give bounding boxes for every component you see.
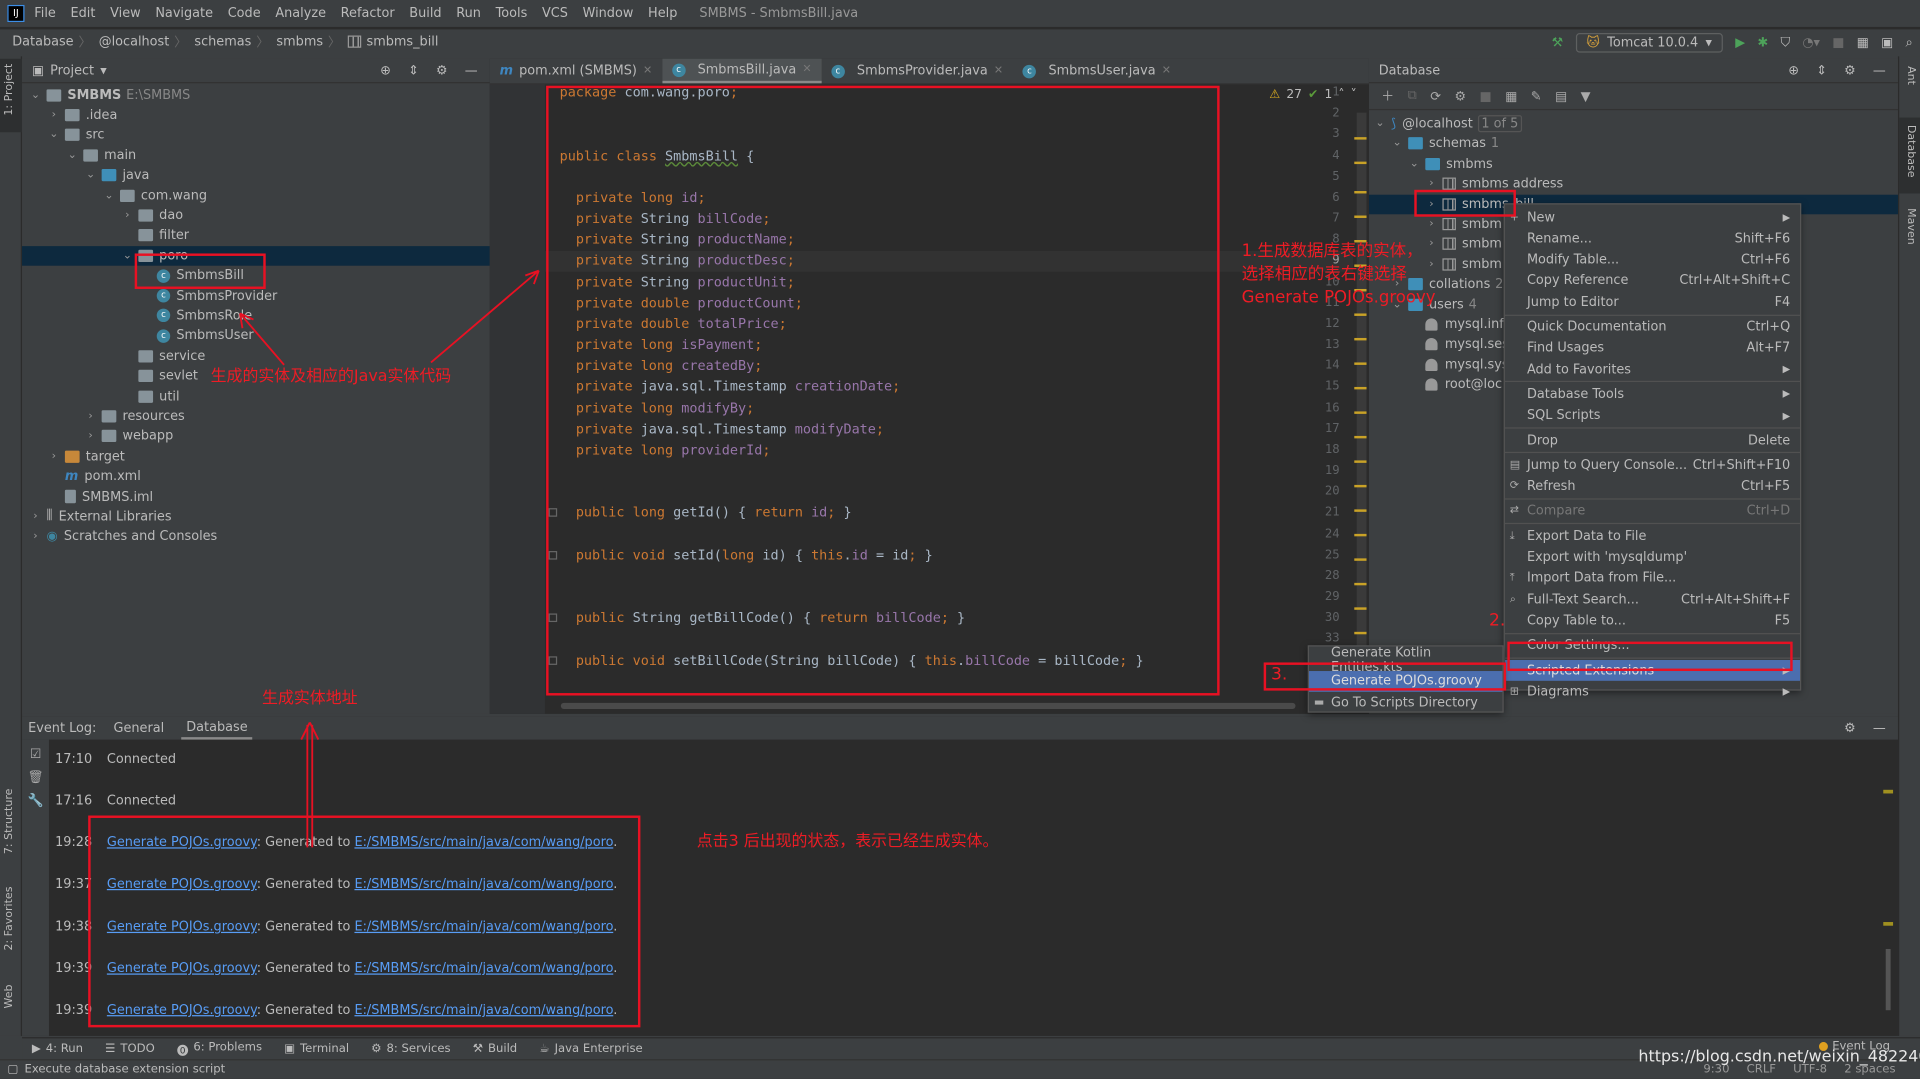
arrow-to-log-tab [300, 722, 320, 848]
arrow-to-code [430, 269, 540, 364]
annotation-arrows [239, 269, 540, 848]
ide-window: IJ File Edit View Navigate Code Analyze Refact… [0, 0, 1920, 1079]
annotation-step3: 3. [1271, 664, 1288, 685]
arrow-to-entities [239, 312, 285, 366]
annotation-step1: 1.生成数据库表的实体， 选择相应的表右键选择 Generate POJOs.gro… [1241, 241, 1436, 308]
annotation-step2: 2. [1488, 611, 1506, 631]
annotation-entity-code: 生成的实体及相应的Java实体代码 [210, 367, 452, 386]
annotation-after-click: 点击3 后出现的状态，表示已经生成实体。 [696, 832, 999, 852]
annotation-entity-path: 生成实体地址 [262, 689, 358, 708]
